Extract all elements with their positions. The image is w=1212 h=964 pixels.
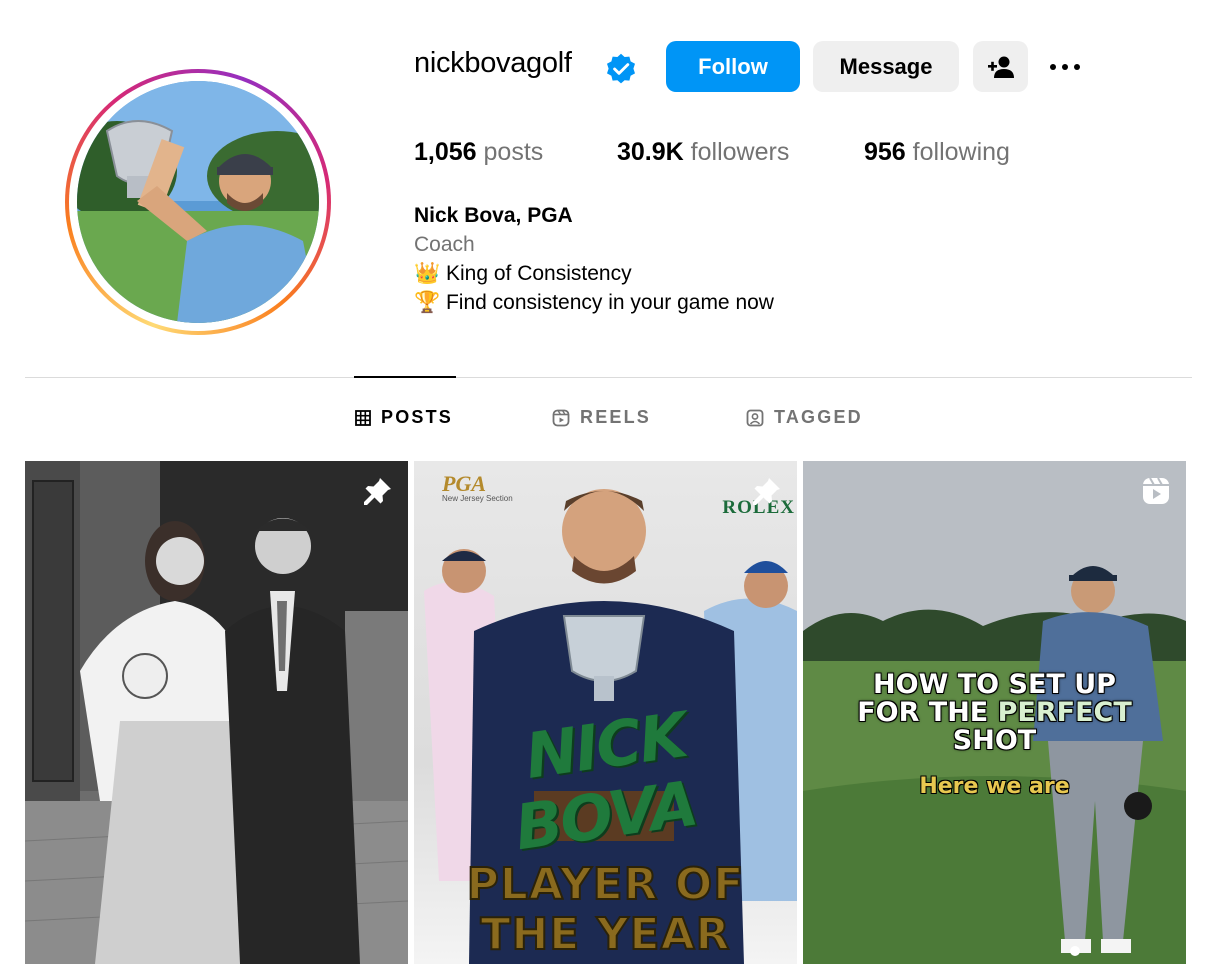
- bio-category: Coach: [414, 233, 475, 256]
- suggested-accounts-button[interactable]: [973, 41, 1028, 92]
- more-options-icon[interactable]: [1043, 50, 1087, 84]
- profile-username: nickbovagolf: [414, 47, 572, 79]
- reel-headline-line2: FOR THE PERFECT: [803, 699, 1186, 727]
- following-count[interactable]: 956 following: [864, 138, 1010, 167]
- reel-subtitle: Here we are: [919, 774, 1070, 799]
- message-button[interactable]: Message: [813, 41, 959, 92]
- tabs-divider: [25, 377, 1192, 378]
- reel-headline-accent: PERFECT: [997, 697, 1132, 728]
- post-tile[interactable]: [25, 461, 408, 964]
- profile-bio: Nick Bova, PGA Coach 👑 King of Consisten…: [414, 201, 774, 317]
- avatar-photo: [77, 81, 319, 323]
- reel-headline: HOW TO SET UP FOR THE PERFECT SHOT: [803, 671, 1186, 755]
- following-count-label: following: [912, 138, 1010, 166]
- followers-count[interactable]: 30.9K followers: [617, 138, 789, 167]
- posts-count: 1,056 posts: [414, 138, 543, 167]
- pin-icon: [364, 478, 391, 505]
- tab-tagged-label: TAGGED: [774, 407, 863, 427]
- following-count-value: 956: [864, 138, 906, 166]
- tagged-icon: [746, 409, 764, 426]
- posts-count-label: posts: [483, 138, 544, 166]
- active-tab-indicator: [354, 376, 456, 378]
- tab-reels[interactable]: REELS: [552, 407, 651, 428]
- reel-headline-line2a: FOR THE: [857, 697, 998, 728]
- pin-icon: [753, 478, 780, 505]
- bio-full-name: Nick Bova, PGA: [414, 204, 573, 227]
- posts-count-value: 1,056: [414, 138, 477, 166]
- pga-logo-subtitle: New Jersey Section: [442, 494, 513, 503]
- reel-headline-line3: SHOT: [952, 725, 1037, 756]
- overlay-title-line1: PLAYER OF: [466, 858, 745, 911]
- avatar-inner: [69, 73, 327, 331]
- bio-line-1: 👑 King of Consistency: [414, 262, 632, 285]
- verified-badge-icon: [607, 53, 635, 84]
- grid-icon: [355, 409, 371, 426]
- reel-icon: [1143, 477, 1169, 504]
- reel-headline-line1: HOW TO SET UP: [873, 669, 1116, 700]
- post-tile[interactable]: HOW TO SET UP FOR THE PERFECT SHOT Here …: [803, 461, 1186, 964]
- add-person-icon: [987, 56, 1014, 78]
- bio-line-2: 🏆 Find consistency in your game now: [414, 291, 774, 314]
- reels-icon: [552, 409, 570, 426]
- tab-tagged[interactable]: TAGGED: [746, 407, 863, 428]
- post-image-wedding: [25, 461, 408, 964]
- tab-posts-label: POSTS: [381, 407, 454, 427]
- followers-count-value: 30.9K: [617, 138, 684, 166]
- follow-button[interactable]: Follow: [666, 41, 800, 92]
- followers-count-label: followers: [690, 138, 790, 166]
- profile-avatar-ring[interactable]: [65, 69, 331, 335]
- tab-reels-label: REELS: [580, 407, 652, 427]
- overlay-title-line2: THE YEAR: [479, 908, 731, 961]
- tab-posts[interactable]: POSTS: [355, 407, 453, 428]
- avatar[interactable]: [77, 81, 319, 323]
- post-tile[interactable]: PGA New Jersey Section ROLEX NICK BOVA P…: [414, 461, 797, 964]
